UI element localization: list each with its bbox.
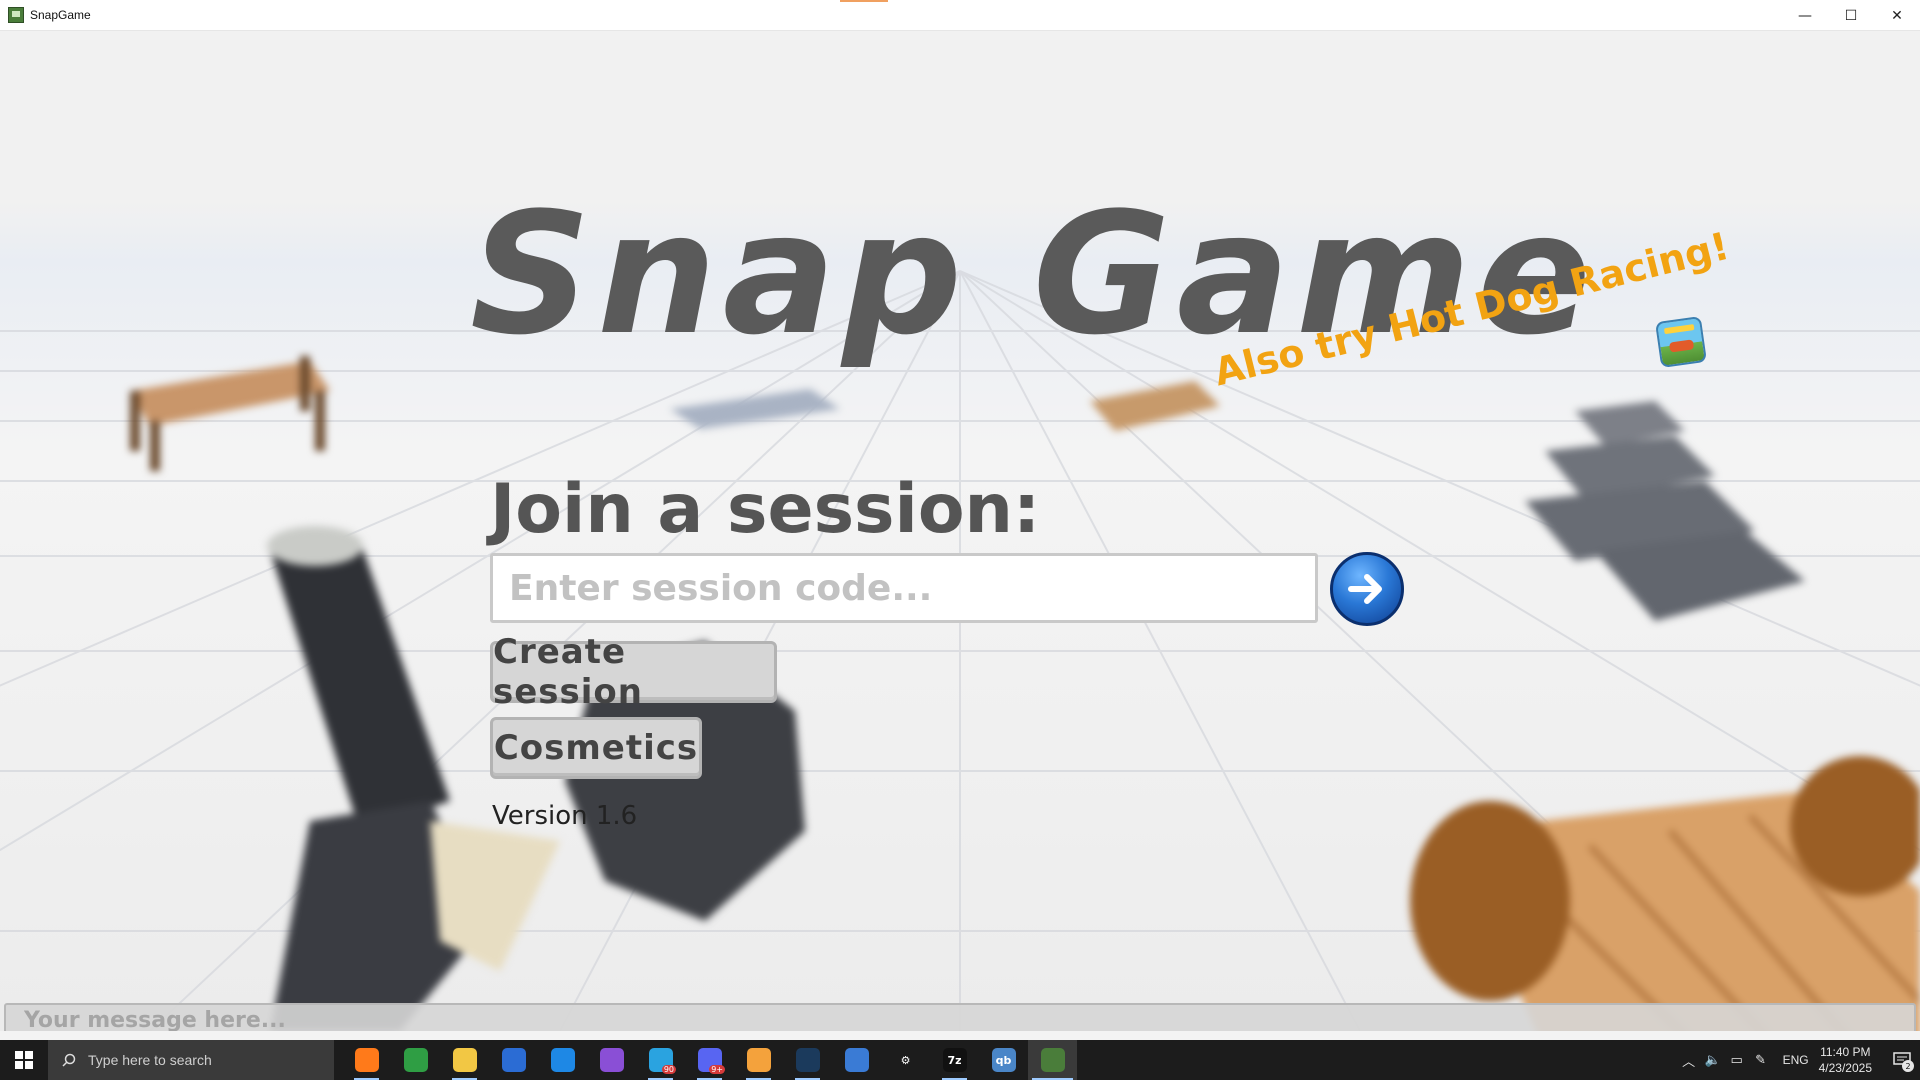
paint-icon <box>746 1048 771 1072</box>
create-session-button[interactable]: Create session <box>490 632 777 712</box>
file-explorer-icon <box>452 1048 477 1072</box>
taskbar-app-snapgame[interactable] <box>1028 1040 1077 1080</box>
telegram-badge: 90 <box>661 1065 676 1074</box>
taskbar-app-steam[interactable] <box>783 1040 832 1080</box>
taskbar-app-paint[interactable] <box>734 1040 783 1080</box>
join-session-button[interactable] <box>1330 552 1404 626</box>
promo-icon-logo <box>1663 324 1695 335</box>
taskbar-app-7zip[interactable]: 7z <box>930 1040 979 1080</box>
session-code-input[interactable] <box>490 553 1318 623</box>
volume-icon[interactable]: 🔈 <box>1701 1053 1725 1068</box>
window-controls: — ☐ ✕ <box>1782 0 1920 31</box>
wooden-cart-prop <box>1410 756 1920 1031</box>
steam-icon <box>795 1048 820 1072</box>
firefox-icon <box>354 1048 379 1072</box>
qbittorrent-icon: qb <box>991 1048 1016 1072</box>
taskbar-clock[interactable]: 11:40 PM 4/23/2025 <box>1819 1044 1872 1076</box>
7zip-icon: 7z <box>942 1048 967 1072</box>
vs-code-icon <box>550 1048 575 1072</box>
taskbar-search-box[interactable]: Type here to search <box>48 1040 334 1080</box>
chrome-icon <box>403 1048 428 1072</box>
promo-icon-car <box>1668 339 1695 353</box>
network-icon[interactable]: ▭ <box>1725 1053 1749 1068</box>
search-placeholder: Type here to search <box>88 1052 212 1068</box>
taskbar-app-task-manager[interactable] <box>832 1040 881 1080</box>
taskbar-app-settings[interactable]: ⚙ <box>881 1040 930 1080</box>
system-tray: ︿ 🔈 ▭ ✎ ENG 11:40 PM 4/23/2025 2 <box>1677 1040 1920 1080</box>
search-icon <box>62 1053 76 1067</box>
hot-dog-racing-app-icon[interactable] <box>1655 316 1707 368</box>
windows-taskbar: Type here to search 90 9+ ⚙ 7z qb ︿ 🔈 ▭ ✎ EN… <box>0 1040 1920 1080</box>
snapgame-icon <box>1040 1048 1065 1072</box>
clock-date: 4/23/2025 <box>1818 1061 1872 1075</box>
window-title-bar: SnapGame — ☐ ✕ <box>0 0 1920 31</box>
version-label: Version 1.6 <box>492 801 638 831</box>
taskbar-app-firefox[interactable] <box>342 1040 391 1080</box>
taskbar-app-telegram[interactable]: 90 <box>636 1040 685 1080</box>
taskbar-app-vs-code[interactable] <box>538 1040 587 1080</box>
minimize-button[interactable]: — <box>1782 0 1828 31</box>
chat-message-input[interactable] <box>4 1003 1916 1031</box>
brick-pile-prop <box>1525 401 1805 621</box>
taskbar-app-visual-studio[interactable] <box>587 1040 636 1080</box>
show-hidden-icons-icon[interactable]: ︿ <box>1677 1051 1701 1070</box>
notification-center-button[interactable]: 2 <box>1884 1040 1920 1080</box>
taskbar-app-chrome[interactable] <box>391 1040 440 1080</box>
task-manager-icon <box>844 1048 869 1072</box>
discord-badge: 9+ <box>709 1065 725 1074</box>
taskbar-app-discord[interactable]: 9+ <box>685 1040 734 1080</box>
close-button[interactable]: ✕ <box>1874 0 1920 31</box>
wooden-crate-prop <box>1090 381 1220 431</box>
snapgame-app-icon <box>8 7 24 23</box>
flat-plate-prop <box>670 389 840 429</box>
maximize-button[interactable]: ☐ <box>1828 0 1874 31</box>
windows-logo-icon <box>15 1051 33 1069</box>
visual-studio-icon <box>599 1048 624 1072</box>
clock-time: 11:40 PM <box>1820 1045 1871 1059</box>
input-language[interactable]: ENG <box>1783 1053 1809 1067</box>
cosmetics-button[interactable]: Cosmetics <box>490 717 702 779</box>
window-title: SnapGame <box>30 8 91 22</box>
taskbar-pinned-apps: 90 9+ ⚙ 7z qb <box>342 1040 1077 1080</box>
pen-icon[interactable]: ✎ <box>1749 1053 1773 1068</box>
join-session-heading: Join a session: <box>490 470 1041 549</box>
taskbar-app-microsoft-store[interactable] <box>489 1040 538 1080</box>
title-bar-accent <box>840 0 888 2</box>
game-viewport: Snap Game Also try Hot Dog Racing! Join … <box>0 31 1920 1031</box>
settings-icon: ⚙ <box>893 1048 918 1072</box>
wooden-bridge-prop <box>130 356 330 471</box>
microsoft-store-icon <box>501 1048 526 1072</box>
start-button[interactable] <box>0 1040 48 1080</box>
taskbar-app-file-explorer[interactable] <box>440 1040 489 1080</box>
taskbar-app-qbittorrent[interactable]: qb <box>979 1040 1028 1080</box>
arrow-right-icon <box>1348 574 1382 604</box>
notification-count: 2 <box>1902 1060 1914 1072</box>
